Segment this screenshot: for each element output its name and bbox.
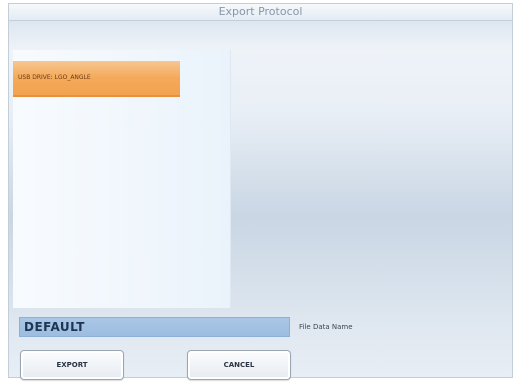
- window-title: Export Protocol: [8, 3, 513, 21]
- list-item-usb-drive[interactable]: USB DRIVE: LGO_ANGLE: [13, 61, 180, 97]
- cancel-button[interactable]: CANCEL: [187, 350, 291, 380]
- destination-list[interactable]: USB DRIVE: LGO_ANGLE: [13, 50, 231, 308]
- export-protocol-window: Export Protocol USB DRIVE: LGO_ANGLE DEF…: [0, 0, 523, 385]
- export-button[interactable]: EXPORT: [20, 350, 124, 380]
- file-name-field[interactable]: DEFAULT: [19, 317, 290, 337]
- file-name-label: File Data Name: [299, 323, 353, 331]
